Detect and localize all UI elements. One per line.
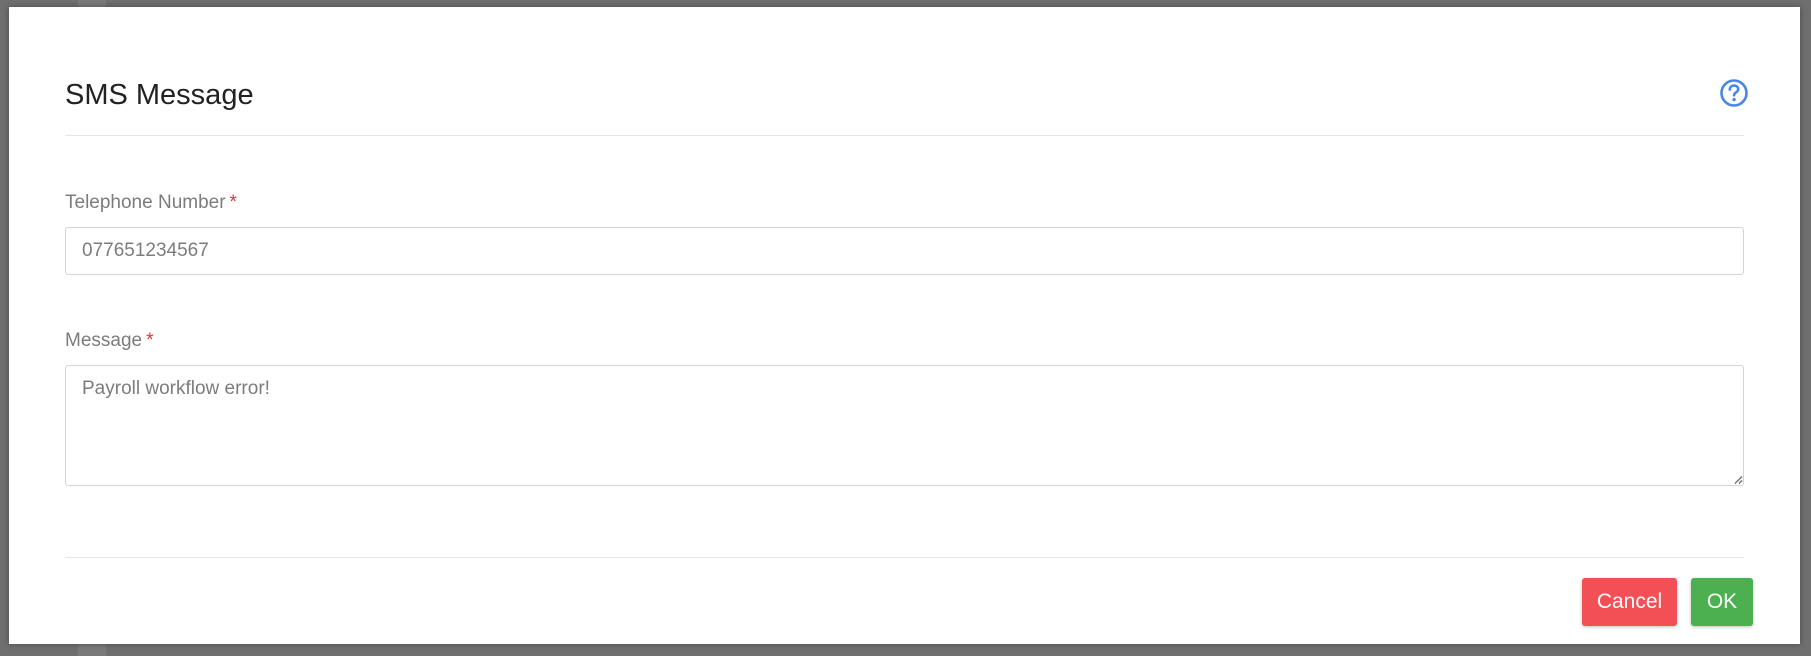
dialog-title: SMS Message [65, 79, 254, 111]
footer-divider [65, 557, 1744, 558]
cancel-button[interactable]: Cancel [1582, 578, 1677, 626]
ok-button[interactable]: OK [1691, 578, 1753, 626]
message-textarea[interactable]: Payroll workflow error! [65, 365, 1744, 486]
telephone-number-input[interactable] [65, 227, 1744, 275]
sms-message-dialog: SMS Message Telephone Number* Message* P… [9, 7, 1800, 644]
telephone-number-label-text: Telephone Number [65, 192, 226, 213]
message-label-text: Message [65, 330, 143, 351]
required-marker: * [229, 192, 237, 213]
help-icon[interactable] [1718, 77, 1750, 109]
message-label: Message * [65, 331, 154, 350]
telephone-number-label: Telephone Number * [65, 193, 237, 212]
dialog-header: SMS Message [65, 69, 1748, 136]
required-marker: * [146, 330, 154, 351]
question-circle-icon [1720, 79, 1748, 107]
